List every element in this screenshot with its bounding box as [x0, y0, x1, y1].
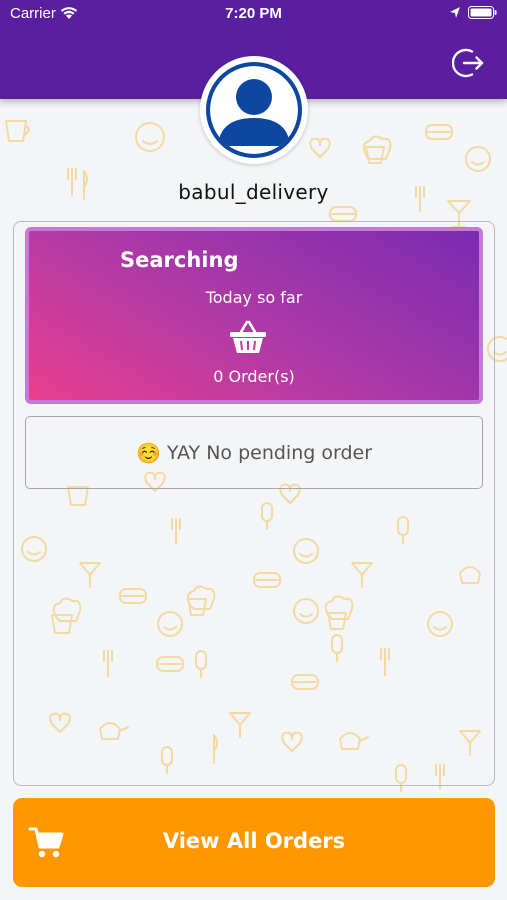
logout-icon[interactable]: [452, 46, 486, 80]
pending-message: YAY No pending order: [166, 441, 373, 464]
clock: 7:20 PM: [225, 5, 282, 22]
user-avatar-icon: [206, 62, 302, 158]
smiley-icon: [135, 122, 165, 152]
delivery-status: Searching: [120, 248, 239, 272]
cup-icon: [5, 120, 30, 142]
smiley-icon: [465, 146, 491, 172]
orders-count: 0 Order(s): [213, 367, 295, 386]
view-all-orders-button[interactable]: View All Orders: [13, 798, 495, 887]
view-all-orders-label: View All Orders: [162, 829, 346, 853]
today-stats-card: Searching Today so far 0 Order(s): [25, 227, 483, 404]
basket-icon: [230, 320, 266, 353]
avatar: [200, 56, 308, 164]
status-bar: Carrier 7:20 PM: [0, 0, 507, 28]
smiling-emoji-icon: ☺️: [135, 440, 161, 465]
pending-orders-box: ☺️ YAY No pending order: [25, 416, 483, 489]
period-label: Today so far: [205, 288, 303, 307]
location-arrow-icon: [450, 7, 460, 18]
username: babul_delivery: [178, 180, 329, 204]
sandwich-icon: [425, 124, 453, 140]
cup-icon: [365, 146, 385, 164]
heart-icon: [309, 137, 331, 158]
battery-icon: [468, 6, 497, 19]
sandwich-icon: [329, 206, 357, 222]
